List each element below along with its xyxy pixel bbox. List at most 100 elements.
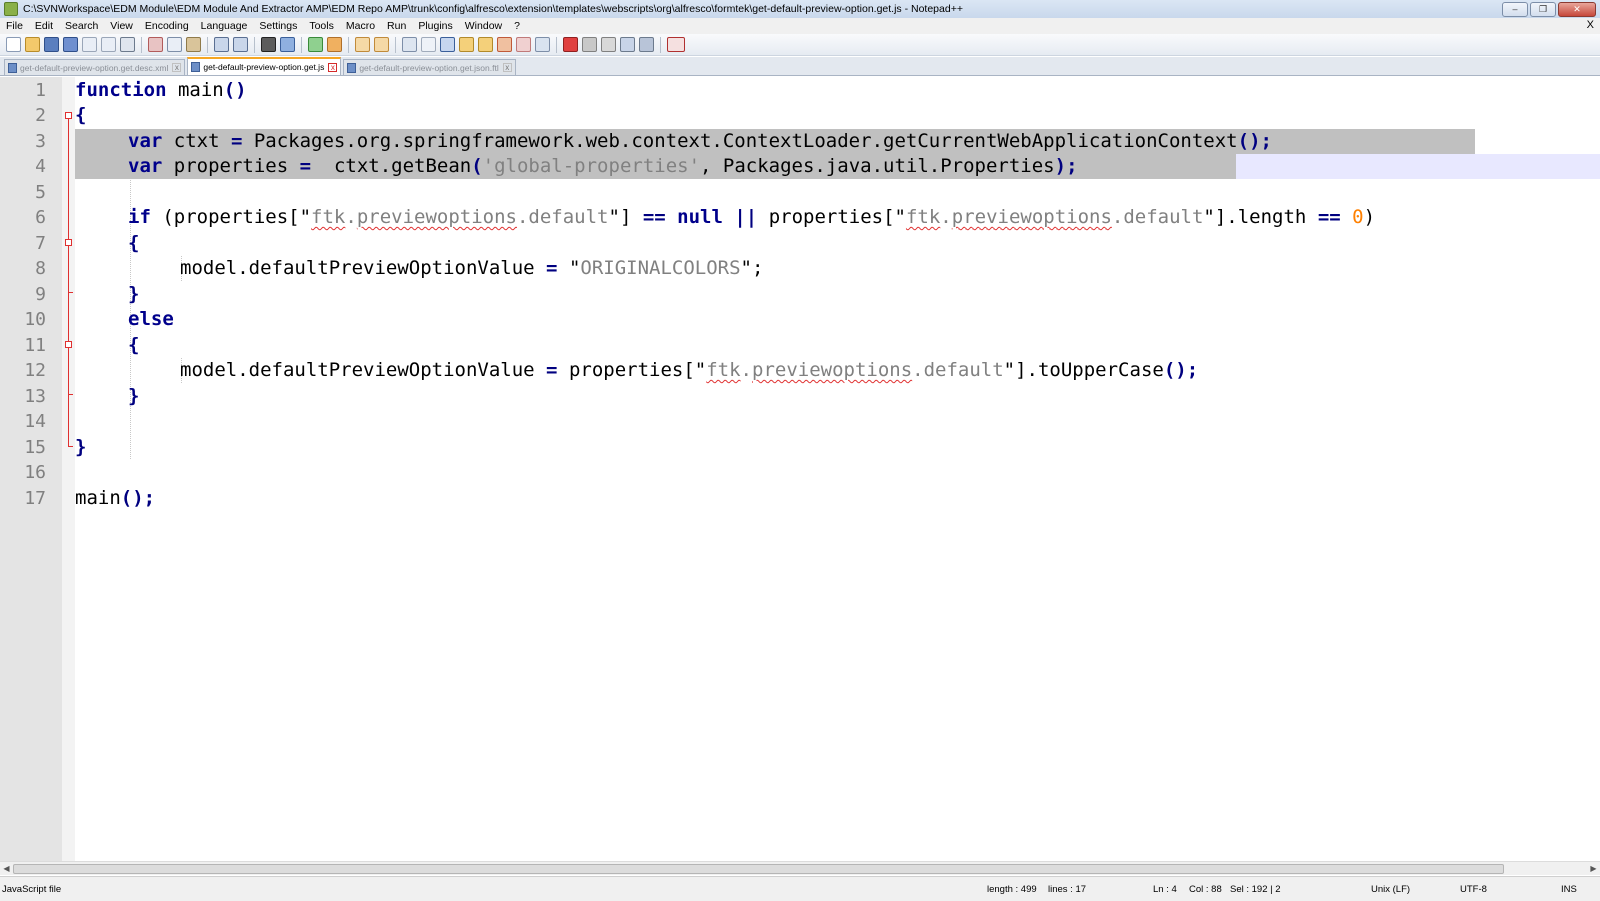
code-token: ) — [1363, 206, 1376, 228]
horizontal-scrollbar[interactable]: ◀ ▶ — [0, 861, 1600, 875]
code-token: } — [128, 385, 140, 407]
menu-tools[interactable]: Tools — [303, 20, 340, 32]
menu-help[interactable]: ? — [508, 20, 526, 32]
run-macro-multiple-icon[interactable] — [620, 37, 635, 52]
menu-settings[interactable]: Settings — [253, 20, 303, 32]
record-macro-icon[interactable] — [563, 37, 578, 52]
redo-icon[interactable] — [233, 37, 248, 52]
menu-search[interactable]: Search — [59, 20, 104, 32]
close-file-icon[interactable] — [82, 37, 97, 52]
line-number: 1 — [35, 80, 46, 101]
paste-icon[interactable] — [186, 37, 201, 52]
code-line-4: var properties = ctxt.getBean('global-pr… — [75, 154, 1600, 179]
scroll-left-icon[interactable]: ◀ — [0, 862, 13, 875]
user-language-icon[interactable] — [459, 37, 474, 52]
status-eol: Unix (LF) — [1371, 884, 1411, 895]
code-token: Packages.org.springframework.web.context… — [242, 130, 1238, 152]
tab-desc-xml[interactable]: get-default-preview-option.get.desc.xml … — [4, 59, 186, 75]
monitoring-icon[interactable] — [535, 37, 550, 52]
line-number: 7 — [35, 233, 46, 254]
code-token: properties[" — [557, 359, 707, 381]
menu-macro[interactable]: Macro — [340, 20, 381, 32]
tab-close-icon[interactable]: x — [502, 63, 512, 72]
word-wrap-icon[interactable] — [402, 37, 417, 52]
copy-icon[interactable] — [167, 37, 182, 52]
tab-json-ftl[interactable]: get-default-preview-option.get.json.ftl … — [343, 59, 516, 75]
function-list-icon[interactable] — [497, 37, 512, 52]
keyword: if — [128, 206, 151, 228]
save-all-icon[interactable] — [63, 37, 78, 52]
line-number: 14 — [24, 411, 46, 432]
stop-macro-icon[interactable] — [582, 37, 597, 52]
play-macro-icon[interactable] — [601, 37, 616, 52]
code-text-area[interactable]: function main() { var ctxt = Packages.or… — [75, 77, 1600, 861]
zoom-in-icon[interactable] — [308, 37, 323, 52]
show-all-characters-icon[interactable] — [421, 37, 436, 52]
scrollbar-thumb[interactable] — [13, 864, 1504, 874]
line-number: 2 — [35, 105, 46, 126]
find-icon[interactable] — [261, 37, 276, 52]
string-literal: 'global-properties' — [482, 155, 701, 177]
scroll-right-icon[interactable]: ▶ — [1587, 862, 1600, 875]
status-selection: Sel : 192 | 2 — [1230, 884, 1281, 895]
close-document-button[interactable]: X — [1587, 19, 1594, 31]
line-number: 12 — [24, 360, 46, 381]
file-icon — [191, 62, 201, 72]
doc-map-icon[interactable] — [478, 37, 493, 52]
spell-check-icon[interactable] — [667, 37, 685, 52]
sync-vertical-icon[interactable] — [355, 37, 370, 52]
line-number: 9 — [35, 284, 46, 305]
string-literal: previewoptions — [752, 359, 913, 381]
code-token: = — [230, 130, 243, 152]
close-all-icon[interactable] — [101, 37, 116, 52]
code-token: properties[" — [757, 206, 906, 228]
print-icon[interactable] — [120, 37, 135, 52]
menu-edit[interactable]: Edit — [29, 20, 59, 32]
replace-icon[interactable] — [280, 37, 295, 52]
keyword: function — [75, 79, 167, 101]
cut-icon[interactable] — [148, 37, 163, 52]
code-line-2: { — [75, 103, 1600, 128]
fold-toggle-icon[interactable] — [65, 112, 72, 119]
sync-horizontal-icon[interactable] — [374, 37, 389, 52]
undo-icon[interactable] — [214, 37, 229, 52]
line-number: 10 — [24, 309, 46, 330]
string-literal: ftk — [706, 359, 741, 381]
menu-encoding[interactable]: Encoding — [139, 20, 195, 32]
code-token: () — [223, 79, 247, 101]
code-token: } — [128, 283, 140, 305]
menu-file[interactable]: File — [0, 20, 29, 32]
fold-toggle-icon[interactable] — [65, 239, 72, 246]
code-token: (); — [1237, 130, 1272, 152]
code-token: "].toUpperCase — [1003, 359, 1164, 381]
string-literal: ftk — [905, 206, 941, 228]
indent-guide-icon[interactable] — [440, 37, 455, 52]
menu-language[interactable]: Language — [195, 20, 254, 32]
tab-close-icon[interactable]: x — [172, 63, 182, 72]
menu-plugins[interactable]: Plugins — [412, 20, 458, 32]
menu-window[interactable]: Window — [459, 20, 508, 32]
code-token: { — [128, 334, 140, 356]
save-icon[interactable] — [44, 37, 59, 52]
fold-toggle-icon[interactable] — [65, 341, 72, 348]
menu-view[interactable]: View — [104, 20, 139, 32]
file-icon — [8, 62, 17, 73]
code-editor[interactable]: 1 2 3 4 5 6 7 8 9 10 11 12 13 14 15 16 1… — [0, 77, 1600, 861]
close-window-button[interactable]: ✕ — [1558, 2, 1596, 17]
menu-run[interactable]: Run — [381, 20, 412, 32]
restore-button[interactable]: ❐ — [1530, 2, 1556, 17]
code-line-6: if (properties["ftk.previewoptions.defau… — [75, 205, 1600, 230]
string-literal: previewoptions — [951, 206, 1112, 228]
code-line-11: { — [75, 333, 1600, 358]
code-token: model.defaultPreviewOptionValue — [180, 257, 547, 279]
new-file-icon[interactable] — [6, 37, 21, 52]
folder-workspace-icon[interactable] — [516, 37, 531, 52]
open-file-icon[interactable] — [25, 37, 40, 52]
minimize-button[interactable]: – — [1502, 2, 1528, 17]
zoom-out-icon[interactable] — [327, 37, 342, 52]
save-macro-icon[interactable] — [639, 37, 654, 52]
tab-close-icon[interactable]: x — [328, 62, 338, 72]
code-token: model.defaultPreviewOptionValue — [180, 359, 547, 381]
code-line-1: function main() — [75, 78, 1600, 103]
tab-get-js[interactable]: get-default-preview-option.get.js x — [187, 57, 342, 75]
